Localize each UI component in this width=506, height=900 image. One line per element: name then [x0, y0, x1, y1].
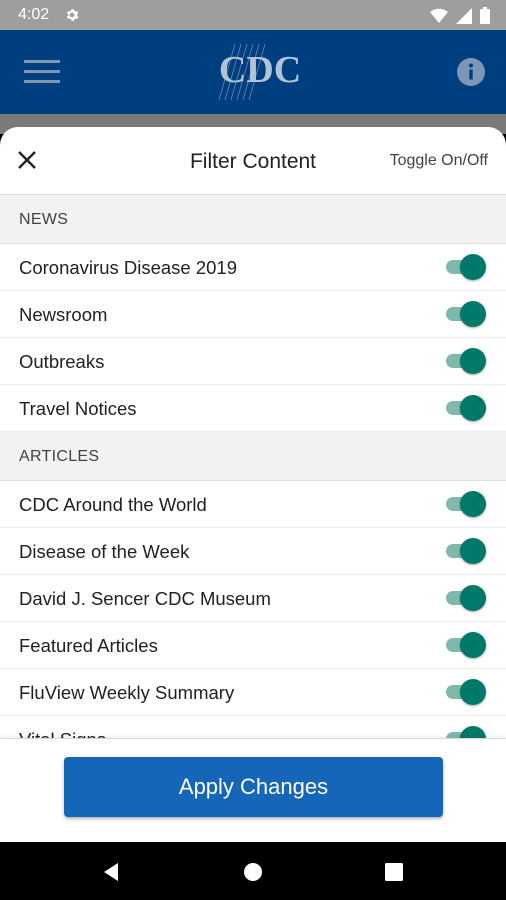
- system-nav-bar: [0, 842, 506, 900]
- cdc-logo-text: CDC: [219, 49, 301, 91]
- filter-row-label: Travel Notices: [19, 398, 137, 419]
- filter-row-label: Outbreaks: [19, 351, 105, 372]
- toggle-hint: Toggle On/Off: [389, 152, 488, 169]
- filter-row[interactable]: David J. Sencer CDC Museum: [0, 575, 506, 622]
- filter-row[interactable]: CDC Around the World: [0, 481, 506, 528]
- status-bar: 4:02: [0, 0, 506, 30]
- toggle-thumb: [460, 301, 486, 327]
- sheet-header: Filter Content Toggle On/Off: [0, 127, 506, 195]
- filter-row[interactable]: Travel Notices: [0, 385, 506, 432]
- filter-row[interactable]: Coronavirus Disease 2019: [0, 244, 506, 291]
- toggle-switch[interactable]: [446, 585, 486, 611]
- toggle-thumb: [460, 585, 486, 611]
- apply-changes-button[interactable]: Apply Changes: [64, 757, 443, 817]
- filter-row[interactable]: Newsroom: [0, 291, 506, 338]
- status-time: 4:02: [18, 6, 50, 23]
- toggle-thumb: [460, 348, 486, 374]
- sheet-footer: Apply Changes: [0, 738, 506, 842]
- filter-row-label: FluView Weekly Summary: [19, 682, 235, 703]
- filter-list[interactable]: NEWS Coronavirus Disease 2019 Newsroom Outb…: [0, 195, 506, 738]
- filter-sheet: Filter Content Toggle On/Off NEWS Coronav…: [0, 127, 506, 842]
- toggle-thumb: [460, 491, 486, 517]
- home-icon[interactable]: [242, 861, 264, 883]
- signal-icon: [456, 7, 472, 24]
- filter-row[interactable]: Featured Articles: [0, 622, 506, 669]
- toggle-switch[interactable]: [446, 348, 486, 374]
- filter-row[interactable]: FluView Weekly Summary: [0, 669, 506, 716]
- toggle-switch[interactable]: [446, 726, 486, 738]
- battery-icon: [480, 7, 490, 24]
- toggle-switch[interactable]: [446, 395, 486, 421]
- app-bar: CDC: [0, 30, 506, 114]
- filter-row-label: Disease of the Week: [19, 541, 190, 562]
- filter-row[interactable]: Outbreaks: [0, 338, 506, 385]
- wifi-icon: [430, 8, 448, 23]
- filter-row-label: CDC Around the World: [19, 494, 207, 515]
- toggle-switch[interactable]: [446, 679, 486, 705]
- toggle-thumb: [460, 726, 486, 738]
- toggle-switch[interactable]: [446, 301, 486, 327]
- filter-row-label: Vital Signs: [19, 729, 106, 738]
- toggle-thumb: [460, 538, 486, 564]
- filter-row[interactable]: Vital Signs: [0, 716, 506, 738]
- section-header: NEWS: [0, 195, 506, 244]
- filter-row-label: Featured Articles: [19, 635, 158, 656]
- toggle-switch[interactable]: [446, 491, 486, 517]
- filter-row-label: David J. Sencer CDC Museum: [19, 588, 271, 609]
- filter-row-label: Newsroom: [19, 304, 108, 325]
- recents-icon[interactable]: [383, 861, 405, 883]
- settings-icon: [66, 9, 79, 21]
- menu-icon[interactable]: [24, 58, 60, 86]
- toggle-thumb: [460, 254, 486, 280]
- filter-row-label: Coronavirus Disease 2019: [19, 257, 238, 278]
- cdc-logo: CDC: [218, 43, 301, 101]
- toggle-switch[interactable]: [446, 254, 486, 280]
- section-header: ARTICLES: [0, 432, 506, 481]
- toggle-thumb: [460, 632, 486, 658]
- toggle-thumb: [460, 679, 486, 705]
- filter-row[interactable]: Disease of the Week: [0, 528, 506, 575]
- toggle-switch[interactable]: [446, 538, 486, 564]
- back-icon[interactable]: [100, 861, 122, 883]
- toggle-switch[interactable]: [446, 632, 486, 658]
- toggle-thumb: [460, 395, 486, 421]
- info-icon[interactable]: [456, 57, 486, 87]
